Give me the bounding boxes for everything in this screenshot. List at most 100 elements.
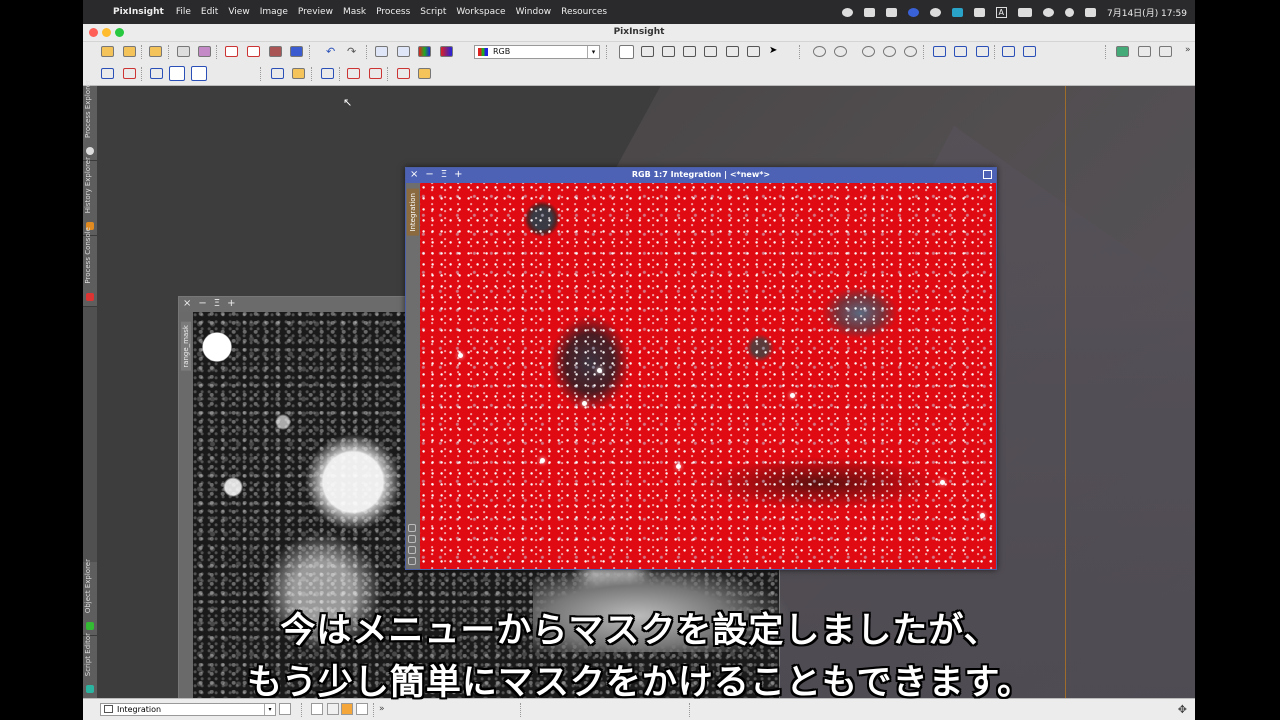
menu-script[interactable]: Script <box>420 7 446 17</box>
shade-icon[interactable]: Ξ <box>214 298 220 309</box>
link-icon[interactable] <box>408 546 416 554</box>
close-image-icon[interactable] <box>290 46 303 57</box>
input-method-indicator[interactable]: A <box>995 6 1007 18</box>
menu-resources[interactable]: Resources <box>561 7 607 17</box>
mask-new-icon[interactable] <box>150 68 163 79</box>
image-properties-icon[interactable] <box>269 46 282 57</box>
history-back-icon[interactable] <box>375 46 388 57</box>
status-icon[interactable] <box>929 7 941 17</box>
toolbar-separator <box>994 45 996 59</box>
preview-restore-icon[interactable] <box>418 68 431 79</box>
rgb-channels-icon[interactable] <box>418 46 431 57</box>
cursor-icon[interactable]: ➤ <box>769 46 782 57</box>
tab-process-explorer[interactable]: Process Explorer <box>83 80 97 161</box>
channel-extract-icon[interactable] <box>440 46 453 57</box>
mask-view-id-tab[interactable]: range_mask <box>181 322 191 371</box>
fit-width-icon[interactable] <box>954 46 967 57</box>
menu-edit[interactable]: Edit <box>201 7 218 17</box>
app-status-icon[interactable] <box>951 7 963 17</box>
mask-show-icon[interactable] <box>169 66 185 81</box>
settings-icon[interactable] <box>408 557 416 565</box>
menu-workspace[interactable]: Workspace <box>456 7 505 17</box>
menu-view[interactable]: View <box>228 7 249 17</box>
toolbar-overflow-icon[interactable]: » <box>1185 45 1191 55</box>
restore-window-icon[interactable] <box>983 170 992 179</box>
fit-view-icon[interactable] <box>933 46 946 57</box>
redo-icon[interactable]: ↷ <box>347 46 360 57</box>
menu-image[interactable]: Image <box>260 7 288 17</box>
menu-process[interactable]: Process <box>376 7 410 17</box>
toolbar: ↶ ↷ RGB ▾ ➤ » <box>83 42 1195 86</box>
spotlight-icon[interactable] <box>1065 7 1074 17</box>
toolbar-separator <box>799 45 801 59</box>
menu-file[interactable]: File <box>176 7 191 17</box>
integration-window-titlebar[interactable]: × − Ξ + RGB 1:7 Integration | <*new*> <box>406 168 996 183</box>
menu-mask[interactable]: Mask <box>343 7 366 17</box>
readout-mode-icon[interactable] <box>619 45 634 59</box>
control-center-icon[interactable] <box>1085 7 1096 17</box>
zoom-1-1-icon[interactable] <box>862 46 875 57</box>
open-recent-icon[interactable] <box>123 46 136 57</box>
preview-to-image-icon[interactable] <box>321 68 334 79</box>
preview-delete-icon[interactable] <box>347 68 360 79</box>
menu-app-name[interactable]: PixInsight <box>113 7 164 17</box>
preview-mode-icon[interactable] <box>726 46 739 57</box>
zoom-fit-icon[interactable] <box>641 46 654 57</box>
menu-clock[interactable]: 7月14日(月) 17:59 <box>1107 6 1187 19</box>
undo-icon[interactable]: ↶ <box>326 46 339 57</box>
new-preview-icon[interactable] <box>271 68 284 79</box>
history-forward-icon[interactable] <box>397 46 410 57</box>
cascade-windows-icon[interactable] <box>1023 46 1036 57</box>
save-icon[interactable] <box>177 46 190 57</box>
new-image-icon[interactable] <box>225 46 238 57</box>
record-icon[interactable] <box>841 7 853 17</box>
menu-preview[interactable]: Preview <box>298 7 333 17</box>
integration-view-id-tab[interactable]: Integration <box>407 189 419 236</box>
minimize-icon[interactable]: − <box>198 298 206 309</box>
pan-icon[interactable] <box>683 46 696 57</box>
tile-windows-icon[interactable] <box>1002 46 1015 57</box>
zoom-to-optimal-icon[interactable] <box>904 46 917 57</box>
duplicate-image-icon[interactable] <box>247 46 260 57</box>
close-workspace-icon[interactable] <box>123 68 136 79</box>
open-icon[interactable] <box>101 46 114 57</box>
dropbox-icon[interactable] <box>973 7 985 17</box>
close-icon[interactable]: × <box>183 298 191 309</box>
menu-window[interactable]: Window <box>516 7 552 17</box>
zoom-in-icon[interactable] <box>813 46 826 57</box>
new-workspace-icon[interactable] <box>101 68 114 79</box>
gear-icon <box>86 147 94 155</box>
zoom-fit-window-icon[interactable] <box>883 46 896 57</box>
evernote-icon[interactable] <box>863 7 875 17</box>
save-as-icon[interactable] <box>198 46 211 57</box>
statusbar-overflow[interactable]: » <box>379 704 385 714</box>
preview-image-icon[interactable] <box>292 68 305 79</box>
preview-store-icon[interactable] <box>397 68 410 79</box>
integration-image-canvas[interactable] <box>420 183 996 569</box>
stf-icon[interactable] <box>1116 46 1129 57</box>
move-icon[interactable] <box>704 46 717 57</box>
channel-select[interactable]: RGB ▾ <box>474 45 600 59</box>
wifi-icon[interactable] <box>1043 7 1054 17</box>
integration-image-window[interactable]: × − Ξ + RGB 1:7 Integration | <*new*> In… <box>405 167 997 570</box>
mask-invert-icon[interactable] <box>191 66 207 81</box>
expand-icon[interactable] <box>662 46 675 57</box>
battery-icon[interactable] <box>1018 7 1032 17</box>
tab-history-explorer[interactable]: History Explorer <box>83 157 97 236</box>
chevron-down-icon: ▾ <box>264 704 275 715</box>
open-project-icon[interactable] <box>149 46 162 57</box>
lock-icon[interactable] <box>408 535 416 543</box>
maximize-icon[interactable]: + <box>227 298 235 309</box>
edit-preview-icon[interactable] <box>747 46 760 57</box>
histogram-icon[interactable] <box>1159 46 1172 57</box>
toolbar-separator <box>387 67 389 81</box>
statusbar-separator <box>520 703 522 717</box>
tab-process-console[interactable]: Process Console <box>83 227 97 307</box>
zoom-out-icon[interactable] <box>834 46 847 57</box>
fit-height-icon[interactable] <box>976 46 989 57</box>
cloud-icon[interactable] <box>885 7 897 17</box>
stf-auto-icon[interactable] <box>1138 46 1151 57</box>
zoom-icon[interactable] <box>907 7 919 17</box>
preview-delete-all-icon[interactable] <box>369 68 382 79</box>
pin-icon[interactable] <box>408 524 416 532</box>
